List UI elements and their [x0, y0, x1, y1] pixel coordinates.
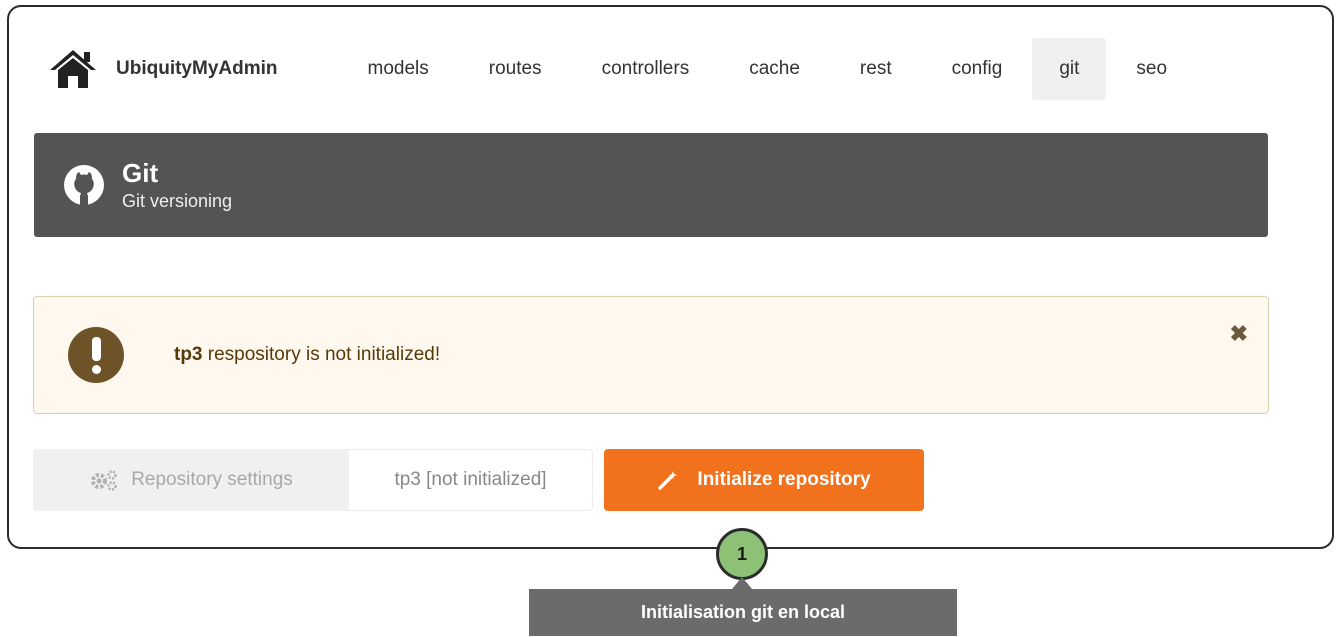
repository-settings-label: Repository settings	[131, 469, 293, 490]
menu-item-git[interactable]: git	[1032, 38, 1107, 100]
warning-message: tp3 respository is not initialized! ✖	[33, 296, 1269, 414]
brand-name: UbiquityMyAdmin	[116, 58, 278, 79]
top-menu: UbiquityMyAdmin models routes controller…	[48, 38, 1197, 100]
header-text: Git Git versioning	[122, 159, 232, 212]
menu-item-rest[interactable]: rest	[830, 38, 922, 100]
repository-status: tp3 [not initialized]	[349, 449, 593, 511]
gears-icon	[91, 470, 117, 491]
page-title: Git	[122, 157, 159, 188]
menu-item-cache[interactable]: cache	[719, 38, 830, 100]
repository-settings-button[interactable]: Repository settings	[33, 449, 349, 511]
page-header: Git Git versioning	[34, 133, 1268, 237]
menu-item-controllers[interactable]: controllers	[572, 38, 720, 100]
initialize-repository-label: Initialize repository	[697, 469, 871, 490]
warning-repo-name: tp3	[174, 344, 203, 365]
brand[interactable]: UbiquityMyAdmin	[48, 48, 278, 90]
repository-actions: Repository settings tp3 [not initialized…	[33, 449, 924, 511]
github-icon	[64, 165, 104, 205]
step-number-badge: 1	[716, 528, 768, 580]
initialize-repository-button[interactable]: Initialize repository	[604, 449, 924, 511]
callout-arrow	[732, 577, 752, 589]
home-icon	[50, 50, 96, 88]
menu-item-config[interactable]: config	[922, 38, 1033, 100]
menu-item-models[interactable]: models	[338, 38, 459, 100]
warning-message-text: respository is not initialized!	[207, 344, 441, 365]
menu-item-seo[interactable]: seo	[1106, 38, 1197, 100]
close-icon[interactable]: ✖	[1230, 323, 1248, 345]
warning-text: tp3 respository is not initialized!	[174, 344, 440, 366]
menu-item-routes[interactable]: routes	[459, 38, 572, 100]
magic-wand-icon	[658, 471, 678, 490]
exclamation-icon	[68, 327, 124, 383]
page-subtitle: Git versioning	[122, 190, 233, 211]
annotation-callout: Initialisation git en local	[529, 589, 957, 636]
